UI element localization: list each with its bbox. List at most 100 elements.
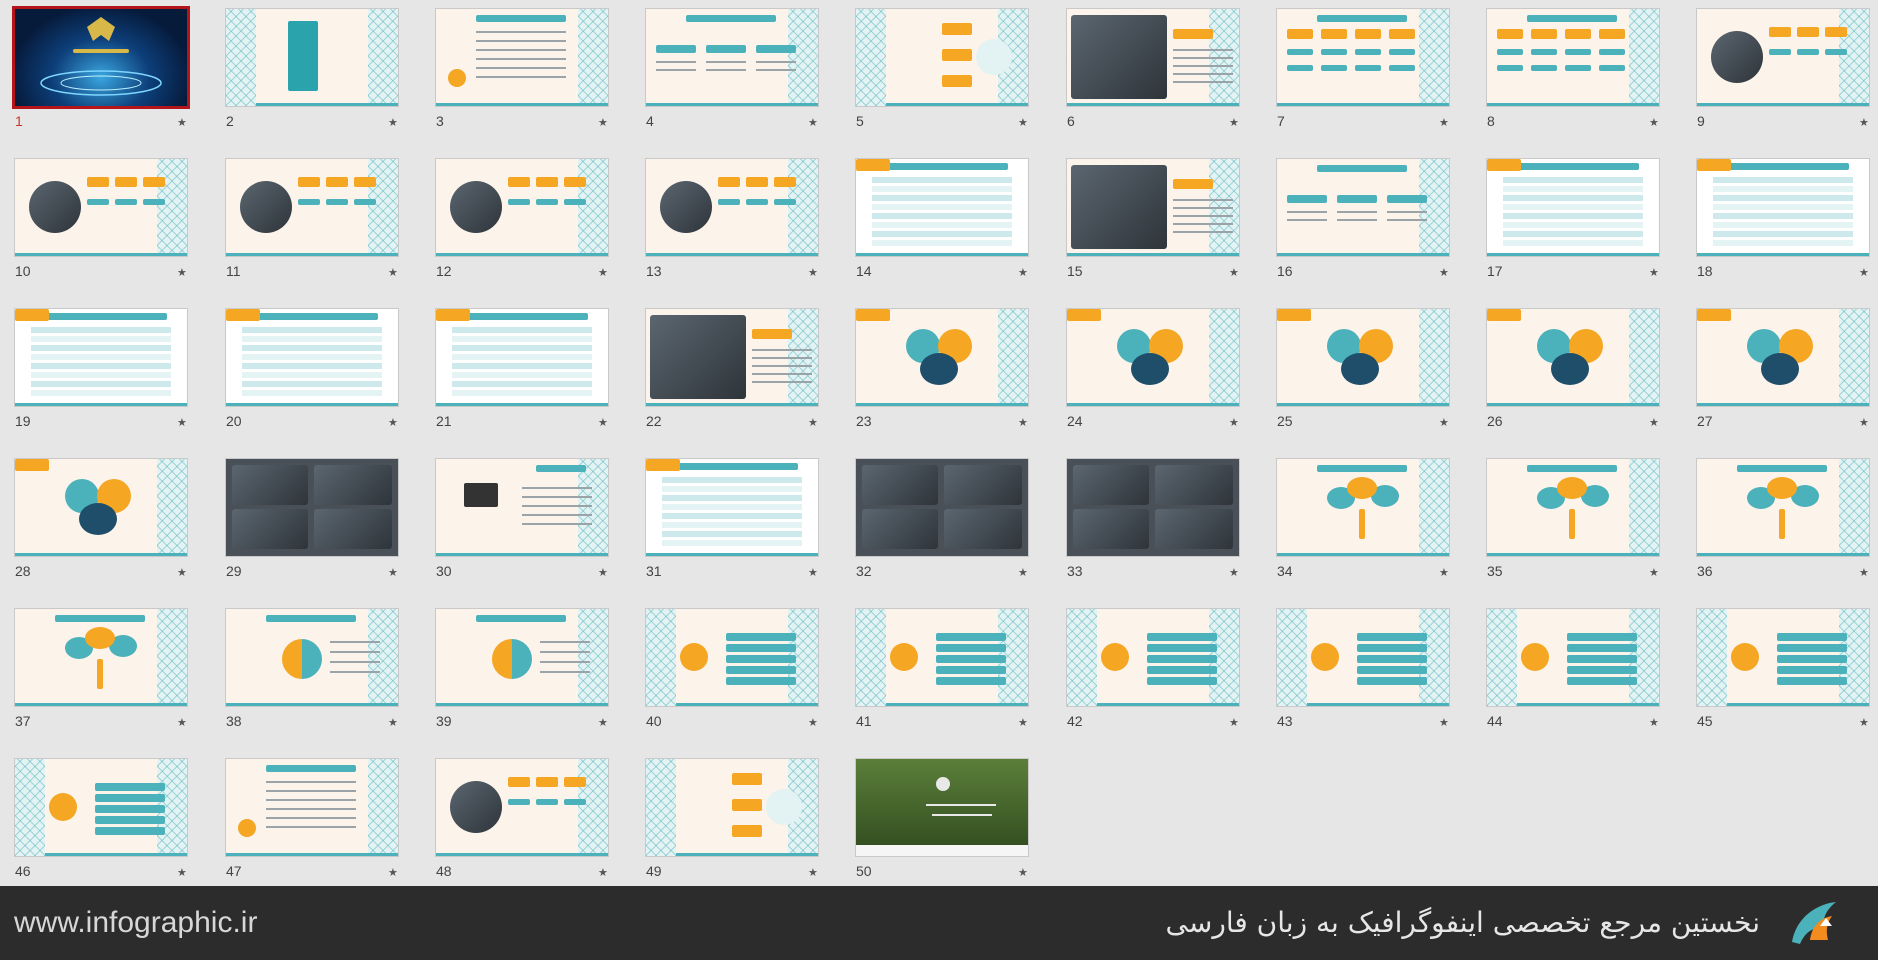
slide-thumbnail[interactable] — [436, 759, 608, 856]
star-icon[interactable]: ★ — [1439, 116, 1449, 129]
slide-thumbnail[interactable] — [1067, 459, 1239, 556]
star-icon[interactable]: ★ — [1229, 416, 1239, 429]
slide-thumbnail[interactable] — [1697, 609, 1869, 706]
star-icon[interactable]: ★ — [1229, 266, 1239, 279]
star-icon[interactable]: ★ — [388, 266, 398, 279]
star-icon[interactable]: ★ — [598, 716, 608, 729]
slide-thumbnail[interactable] — [1697, 309, 1869, 406]
star-icon[interactable]: ★ — [598, 416, 608, 429]
star-icon[interactable]: ★ — [388, 416, 398, 429]
star-icon[interactable]: ★ — [1018, 266, 1028, 279]
star-icon[interactable]: ★ — [1018, 716, 1028, 729]
star-icon[interactable]: ★ — [598, 116, 608, 129]
star-icon[interactable]: ★ — [808, 866, 818, 879]
star-icon[interactable]: ★ — [177, 266, 187, 279]
slide-thumbnail[interactable] — [436, 609, 608, 706]
star-icon[interactable]: ★ — [1439, 716, 1449, 729]
star-icon[interactable]: ★ — [177, 116, 187, 129]
star-icon[interactable]: ★ — [808, 266, 818, 279]
slide-thumbnail[interactable] — [1277, 9, 1449, 106]
slide-thumbnail[interactable] — [646, 9, 818, 106]
slide-thumbnail[interactable] — [1697, 9, 1869, 106]
slide-thumbnail[interactable] — [226, 759, 398, 856]
star-icon[interactable]: ★ — [808, 116, 818, 129]
slide-thumbnail[interactable] — [856, 459, 1028, 556]
star-icon[interactable]: ★ — [388, 716, 398, 729]
star-icon[interactable]: ★ — [1859, 716, 1869, 729]
slide-thumbnail[interactable] — [856, 159, 1028, 256]
slide-thumbnail[interactable] — [15, 9, 187, 106]
star-icon[interactable]: ★ — [1649, 416, 1659, 429]
slide-thumbnail[interactable] — [226, 609, 398, 706]
star-icon[interactable]: ★ — [388, 566, 398, 579]
slide-thumbnail[interactable] — [646, 159, 818, 256]
slide-thumbnail[interactable] — [1067, 309, 1239, 406]
slide-thumbnail[interactable] — [1067, 159, 1239, 256]
slide-thumbnail[interactable] — [1277, 609, 1449, 706]
star-icon[interactable]: ★ — [808, 566, 818, 579]
star-icon[interactable]: ★ — [1229, 566, 1239, 579]
slide-thumbnail[interactable] — [646, 309, 818, 406]
slide-thumbnail[interactable] — [1697, 159, 1869, 256]
slide-thumbnail[interactable] — [15, 759, 187, 856]
star-icon[interactable]: ★ — [808, 416, 818, 429]
slide-thumbnail[interactable] — [436, 459, 608, 556]
star-icon[interactable]: ★ — [1649, 116, 1659, 129]
slide-thumbnail[interactable] — [436, 309, 608, 406]
star-icon[interactable]: ★ — [388, 866, 398, 879]
slide-thumbnail[interactable] — [1487, 459, 1659, 556]
slide-thumbnail[interactable] — [646, 459, 818, 556]
slide-thumbnail[interactable] — [856, 759, 1028, 856]
slide-thumbnail[interactable] — [15, 159, 187, 256]
slide-thumbnail[interactable] — [1697, 459, 1869, 556]
star-icon[interactable]: ★ — [598, 566, 608, 579]
star-icon[interactable]: ★ — [1229, 116, 1239, 129]
slide-thumbnail[interactable] — [1487, 309, 1659, 406]
slide-thumbnail[interactable] — [856, 9, 1028, 106]
slide-thumbnail[interactable] — [15, 609, 187, 706]
star-icon[interactable]: ★ — [1439, 566, 1449, 579]
slide-thumbnail[interactable] — [1277, 159, 1449, 256]
star-icon[interactable]: ★ — [177, 566, 187, 579]
slide-thumbnail[interactable] — [1067, 9, 1239, 106]
star-icon[interactable]: ★ — [1859, 116, 1869, 129]
slide-thumbnail[interactable] — [1487, 9, 1659, 106]
star-icon[interactable]: ★ — [1859, 566, 1869, 579]
star-icon[interactable]: ★ — [1439, 266, 1449, 279]
star-icon[interactable]: ★ — [1018, 116, 1028, 129]
slide-thumbnail[interactable] — [15, 459, 187, 556]
star-icon[interactable]: ★ — [177, 716, 187, 729]
slide-thumbnail[interactable] — [226, 459, 398, 556]
star-icon[interactable]: ★ — [598, 266, 608, 279]
star-icon[interactable]: ★ — [1018, 866, 1028, 879]
star-icon[interactable]: ★ — [177, 866, 187, 879]
slide-thumbnail[interactable] — [1487, 609, 1659, 706]
slide-thumbnail[interactable] — [1487, 159, 1659, 256]
star-icon[interactable]: ★ — [1649, 266, 1659, 279]
star-icon[interactable]: ★ — [388, 116, 398, 129]
star-icon[interactable]: ★ — [1859, 266, 1869, 279]
slide-thumbnail[interactable] — [856, 309, 1028, 406]
slide-thumbnail[interactable] — [436, 9, 608, 106]
star-icon[interactable]: ★ — [1018, 416, 1028, 429]
footer-site-url[interactable]: www.infographic.ir — [14, 906, 257, 940]
slide-thumbnail[interactable] — [226, 9, 398, 106]
star-icon[interactable]: ★ — [1649, 566, 1659, 579]
slide-thumbnail[interactable] — [1277, 309, 1449, 406]
slide-thumbnail[interactable] — [226, 159, 398, 256]
star-icon[interactable]: ★ — [1859, 416, 1869, 429]
star-icon[interactable]: ★ — [1649, 716, 1659, 729]
slide-thumbnail[interactable] — [436, 159, 608, 256]
slide-thumbnail[interactable] — [15, 309, 187, 406]
slide-thumbnail[interactable] — [856, 609, 1028, 706]
slide-thumbnail[interactable] — [646, 759, 818, 856]
star-icon[interactable]: ★ — [1229, 716, 1239, 729]
slide-thumbnail[interactable] — [646, 609, 818, 706]
star-icon[interactable]: ★ — [598, 866, 608, 879]
slide-thumbnail[interactable] — [1277, 459, 1449, 556]
star-icon[interactable]: ★ — [1018, 566, 1028, 579]
star-icon[interactable]: ★ — [177, 416, 187, 429]
star-icon[interactable]: ★ — [808, 716, 818, 729]
slide-thumbnail[interactable] — [1067, 609, 1239, 706]
star-icon[interactable]: ★ — [1439, 416, 1449, 429]
